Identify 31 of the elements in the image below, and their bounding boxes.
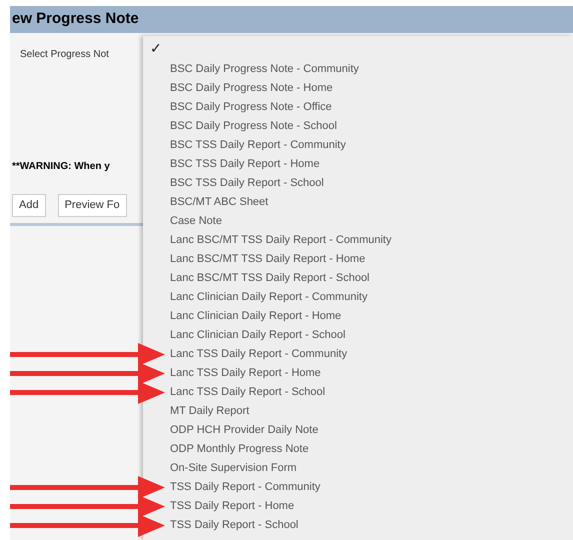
dropdown-item[interactable]: BSC Daily Progress Note - Home [170, 80, 333, 97]
dropdown-item[interactable]: Case Note [170, 213, 222, 230]
warning-text: **WARNING: When y [12, 160, 110, 174]
dropdown-item[interactable]: TSS Daily Report - Community [170, 479, 320, 496]
dropdown-item[interactable]: MT Daily Report [170, 403, 250, 420]
dropdown-item[interactable]: TSS Daily Report - School [170, 517, 298, 534]
dropdown-item[interactable]: BSC TSS Daily Report - Home [170, 156, 320, 173]
dropdown-item[interactable]: BSC TSS Daily Report - School [170, 175, 324, 192]
dropdown-item[interactable]: BSC/MT ABC Sheet [170, 194, 268, 211]
form-button[interactable]: Preview Fo [58, 194, 127, 216]
field-label: Select Progress Not [20, 48, 109, 62]
dropdown-item[interactable]: Lanc TSS Daily Report - Community [170, 346, 348, 363]
dropdown-item[interactable]: Lanc TSS Daily Report - Home [170, 365, 321, 382]
dropdown-item[interactable]: BSC TSS Daily Report - Community [170, 137, 346, 154]
dropdown-item[interactable]: ODP Monthly Progress Note [170, 441, 309, 458]
dropdown-item[interactable]: BSC Daily Progress Note - School [170, 118, 337, 135]
dropdown-item[interactable]: ODP HCH Provider Daily Note [170, 422, 318, 439]
dropdown-item[interactable]: BSC Daily Progress Note - Community [170, 61, 359, 78]
dropdown-item[interactable]: BSC Daily Progress Note - Office [170, 99, 332, 116]
dropdown-item[interactable]: Lanc TSS Daily Report - School [170, 384, 326, 401]
dropdown-item[interactable]: Lanc Clinician Daily Report - Community [170, 289, 368, 306]
dropdown-item[interactable]: Lanc BSC/MT TSS Daily Report - School [170, 270, 370, 287]
dropdown-item[interactable]: Lanc BSC/MT TSS Daily Report - Community [170, 232, 392, 249]
dropdown-item[interactable]: TSS Daily Report - Home [170, 498, 294, 515]
dropdown-item[interactable]: Lanc Clinician Daily Report - Home [170, 308, 342, 325]
dropdown-item[interactable]: Lanc BSC/MT TSS Daily Report - Home [170, 251, 366, 268]
check-mark: ✓ [150, 39, 162, 58]
form-button[interactable]: Add [12, 194, 46, 216]
window-title: ew Progress Note [11, 9, 139, 30]
dropdown-item[interactable]: On-Site Supervision Form [170, 460, 297, 477]
dropdown-item[interactable]: Lanc Clinician Daily Report - School [170, 327, 346, 344]
